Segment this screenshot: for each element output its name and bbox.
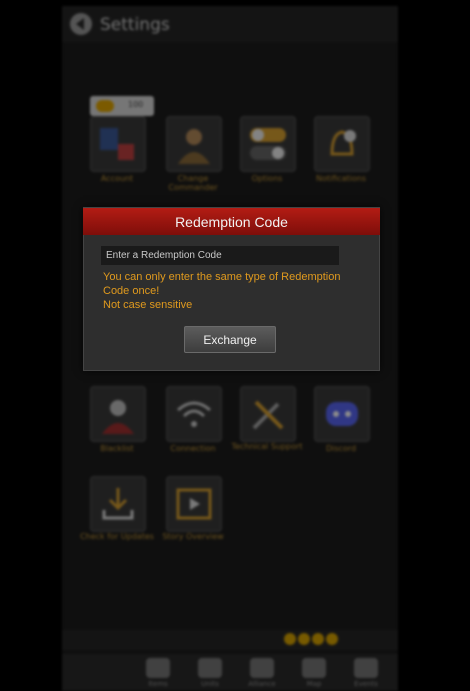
blocked-user-icon [102,400,134,434]
reward-dot-icon [298,633,310,645]
tile-label-options: Options [251,174,283,183]
tile-label-account: Account [100,174,134,183]
tile-label-connection: Connection [170,444,216,453]
nav-alliance-label: Alliance [248,680,276,688]
bottom-nav: Items Units Alliance Map Events [62,654,398,691]
tile-technical-support[interactable] [240,386,296,442]
nav-events-label: Events [354,680,378,688]
tile-options[interactable] [240,116,296,172]
warning-line-2: Code once! [103,285,160,297]
tile-label-check-updates: Check for Updates [80,532,154,541]
game-screen: Settings 100 Account Change Commander Op… [0,0,470,691]
tile-label-change-commander: Change Commander [168,174,218,192]
back-arrow-icon[interactable] [68,12,94,36]
download-icon [102,488,134,520]
nav-units-label: Units [201,680,219,688]
tile-story-overview[interactable] [166,476,222,532]
nav-alliance[interactable]: Alliance [242,658,282,688]
nav-events[interactable]: Events [346,658,386,688]
redemption-code-input[interactable] [101,246,339,265]
tile-notifications[interactable] [314,116,370,172]
film-icon [176,488,212,520]
events-icon [354,658,378,678]
gold-badge: 100 [90,96,154,116]
nav-map-label: Map [306,680,322,688]
tile-label-story-overview: Story Overview [162,532,224,541]
tile-label-technical-support: Technical Support [231,442,303,451]
exchange-button[interactable]: Exchange [184,326,276,353]
reward-dot-icon [312,633,324,645]
tile-connection[interactable] [166,386,222,442]
tile-check-updates[interactable] [90,476,146,532]
toggle-switch-icon [250,128,286,160]
tile-label-discord: Discord [325,444,357,453]
warning-line-3: Not case sensitive [103,299,193,311]
tile-account[interactable] [90,116,146,172]
redemption-code-dialog: Redemption Code You can only enter the s… [83,207,380,371]
tank-icon [198,658,222,678]
map-icon [302,658,326,678]
crate-icon [146,658,170,678]
gold-coin-icon [96,100,114,112]
bell-icon [330,130,356,156]
warning-line-1: You can only enter the same type of Rede… [103,271,341,283]
commander-portrait-icon [178,129,210,164]
tools-icon [252,400,284,430]
nav-items-label: Items [148,680,168,688]
facebook-account-icon [100,128,134,160]
dialog-title: Redemption Code [175,214,288,230]
tile-blacklist[interactable] [90,386,146,442]
reward-dot-icon [284,633,296,645]
settings-topbar: Settings [62,6,398,42]
nav-units[interactable]: Units [190,658,230,688]
wifi-icon [177,401,211,427]
gold-value: 100 [128,100,144,109]
reward-dot-icon [326,633,338,645]
tile-change-commander[interactable] [166,116,222,172]
tile-label-blacklist: Blacklist [100,444,134,453]
nav-items[interactable]: Items [138,658,178,688]
tile-label-notifications: Notifications [315,174,367,183]
settings-title: Settings [100,15,170,35]
soldier-icon [250,658,274,678]
nav-map[interactable]: Map [294,658,334,688]
tile-discord[interactable] [314,386,370,442]
dialog-header: Redemption Code [83,208,380,235]
discord-icon [326,402,358,426]
chat-ticker[interactable] [62,630,398,650]
